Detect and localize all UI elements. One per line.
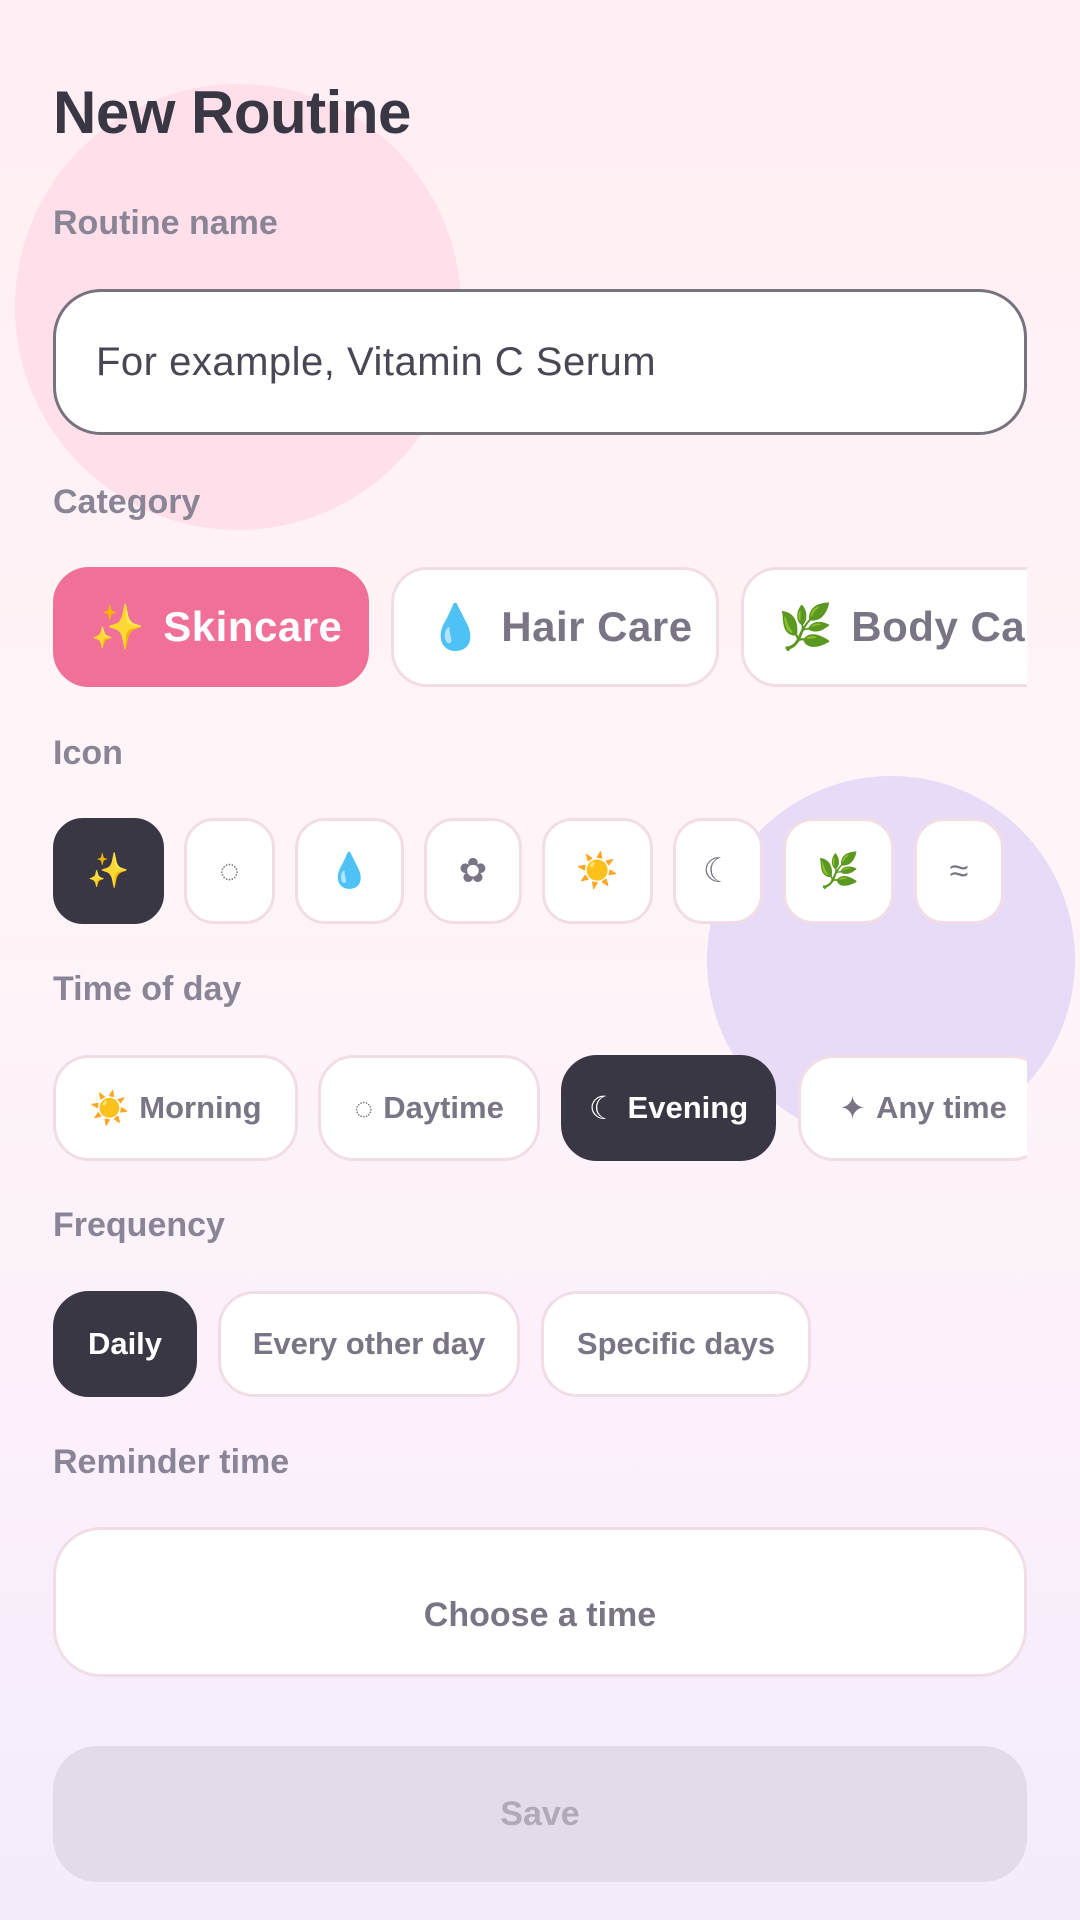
time-option-morning[interactable]: ☀️ Morning: [53, 1055, 298, 1161]
time-option-any-time[interactable]: ✦ Any time: [798, 1055, 1027, 1161]
category-chip-label: Skincare: [163, 603, 343, 650]
droplet-icon: 💧: [328, 852, 371, 890]
reminder-time-label: Reminder time: [53, 1443, 290, 1481]
icon-option-moon[interactable]: ☾: [673, 818, 763, 924]
frequency-option-label: Every other day: [252, 1326, 486, 1361]
time-option-evening[interactable]: ☾ Evening: [561, 1055, 776, 1161]
frequency-label: Frequency: [53, 1206, 225, 1244]
page-title: New Routine: [53, 79, 411, 146]
category-label: Category: [53, 483, 201, 521]
icon-option-dotted-circle[interactable]: ◌: [184, 818, 275, 924]
icon-option-sparkles[interactable]: ✨: [53, 818, 164, 924]
flower-icon: ✿: [458, 852, 488, 890]
sparkles-icon: ✨: [90, 603, 146, 652]
herb-icon: 🌿: [778, 603, 834, 652]
droplet-icon: 💧: [428, 603, 484, 652]
sparkles-icon: ✨: [87, 852, 130, 890]
moon-icon: ☾: [702, 852, 734, 890]
category-chip-skincare[interactable]: ✨ Skincare: [53, 567, 369, 687]
category-chip-label: Hair Care: [501, 603, 693, 650]
icon-option-flower[interactable]: ✿: [424, 818, 522, 924]
waves-icon: ≈: [949, 851, 969, 890]
icon-option-waves[interactable]: ≈: [914, 818, 1004, 924]
routine-name-input[interactable]: For example, Vitamin C Serum: [53, 289, 1027, 435]
time-option-label: Morning: [139, 1090, 262, 1125]
frequency-option-daily[interactable]: Daily: [53, 1291, 197, 1397]
routine-name-label: Routine name: [53, 204, 278, 242]
time-option-label: Daytime: [383, 1090, 504, 1125]
reminder-time-picker[interactable]: Choose a time: [53, 1527, 1027, 1677]
new-routine-form: New Routine Routine name For example, Vi…: [53, 0, 1027, 1920]
icon-option-sun[interactable]: ☀️: [542, 818, 653, 924]
time-option-label: Any time: [875, 1090, 1007, 1125]
category-chip-hair-care[interactable]: 💧 Hair Care: [391, 567, 719, 687]
four-point-star-icon: ✦: [839, 1090, 866, 1126]
category-chip-label: Body Care: [851, 603, 1027, 650]
icon-option-droplet[interactable]: 💧: [295, 818, 404, 924]
sun-icon: ☀️: [576, 852, 619, 890]
save-button[interactable]: Save: [53, 1746, 1027, 1882]
dotted-circle-icon: ◌: [354, 1089, 374, 1126]
moon-icon: ☾: [588, 1090, 618, 1126]
time-option-daytime[interactable]: ◌ Daytime: [318, 1055, 540, 1161]
sun-icon: ☀️: [89, 1090, 130, 1126]
frequency-option-specific-days[interactable]: Specific days: [541, 1291, 811, 1397]
herb-icon: 🌿: [817, 852, 860, 890]
routine-name-placeholder: For example, Vitamin C Serum: [96, 339, 657, 384]
frequency-option-every-other-day[interactable]: Every other day: [218, 1291, 520, 1397]
category-chip-row[interactable]: ✨ Skincare 💧 Hair Care 🌿 Body Care: [53, 567, 1027, 687]
time-of-day-row: ☀️ Morning ◌ Daytime ☾ Evening ✦ Any tim…: [53, 1055, 1027, 1161]
category-chip-body-care[interactable]: 🌿 Body Care: [741, 567, 1027, 687]
icon-label: Icon: [53, 734, 123, 772]
frequency-option-label: Specific days: [576, 1326, 776, 1361]
dotted-circle-icon: ◌: [219, 851, 240, 890]
reminder-time-placeholder: Choose a time: [423, 1596, 657, 1634]
frequency-option-label: Daily: [87, 1326, 163, 1361]
icon-option-herb[interactable]: 🌿: [783, 818, 894, 924]
time-of-day-label: Time of day: [53, 970, 242, 1008]
time-option-label: Evening: [627, 1090, 749, 1125]
